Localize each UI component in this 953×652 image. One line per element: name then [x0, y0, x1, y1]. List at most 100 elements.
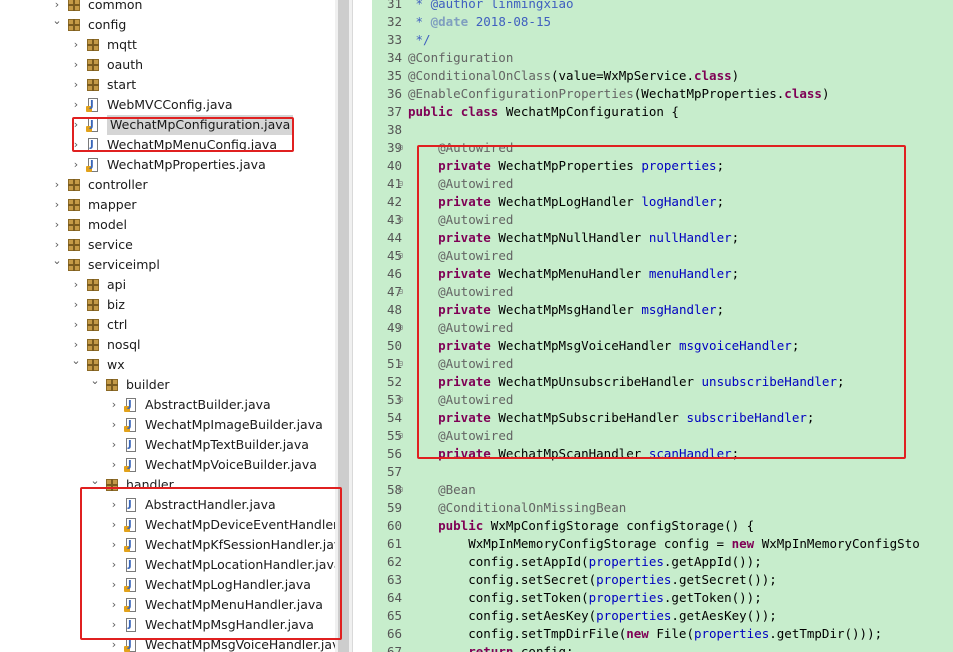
tree-item[interactable]: › WechatMpTextBuilder.java [0, 435, 335, 455]
fold-toggle-icon[interactable]: ⊟ [398, 481, 403, 499]
tree-item[interactable]: › WechatMpVoiceBuilder.java [0, 455, 335, 475]
tree-item[interactable]: › ctrl [0, 315, 335, 335]
chevron-down-icon[interactable]: ⌄ [51, 15, 63, 35]
tree-item[interactable]: › AbstractBuilder.java [0, 395, 335, 415]
chevron-right-icon[interactable]: › [51, 175, 63, 195]
line-number: 44 [386, 230, 402, 245]
tree-item[interactable]: › nosql [0, 335, 335, 355]
tree-item[interactable]: ⌄ builder [0, 375, 335, 395]
code-line[interactable]: 65 config.setAesKey(properties.getAesKey… [372, 607, 953, 625]
fold-toggle-icon[interactable]: ⊟ [398, 319, 403, 337]
tree-item[interactable]: › controller [0, 175, 335, 195]
java-file-icon [124, 398, 138, 412]
tree-item[interactable]: › service [0, 235, 335, 255]
code-line[interactable]: 32 * @date 2018-08-15 [372, 13, 953, 31]
java-file-icon [124, 458, 138, 472]
chevron-right-icon[interactable]: › [51, 215, 63, 235]
code-line[interactable]: 63 config.setSecret(properties.getSecret… [372, 571, 953, 589]
chevron-right-icon[interactable]: › [70, 35, 82, 55]
code-token: */ [408, 32, 431, 47]
fold-toggle-icon[interactable]: ⊟ [398, 175, 403, 193]
code-text: WxMpInMemoryConfigStorage config = new W… [408, 535, 920, 553]
chevron-right-icon[interactable]: › [70, 95, 82, 115]
code-line[interactable]: 36 @EnableConfigurationProperties(WechatM… [372, 85, 953, 103]
pane-divider[interactable] [352, 0, 373, 652]
code-line[interactable]: 61 WxMpInMemoryConfigStorage config = ne… [372, 535, 953, 553]
tree-item-label: AbstractBuilder.java [145, 397, 271, 412]
chevron-right-icon[interactable]: › [70, 315, 82, 335]
tree-item-label: start [107, 77, 137, 92]
chevron-right-icon[interactable]: › [108, 395, 120, 415]
tree-item[interactable]: › start [0, 75, 335, 95]
tree-item[interactable]: › common [0, 0, 335, 15]
tree-item[interactable]: › mapper [0, 195, 335, 215]
chevron-right-icon[interactable]: › [70, 335, 82, 355]
chevron-right-icon[interactable]: › [70, 155, 82, 175]
highlight-box-autowired-fields [417, 145, 906, 459]
fold-toggle-icon[interactable]: ⊟ [398, 355, 403, 373]
highlight-box-handler-package [80, 487, 342, 640]
line-number: 52 [386, 374, 402, 389]
fold-toggle-icon[interactable]: ⊟ [398, 283, 403, 301]
code-line[interactable]: 59 @ConditionalOnMissingBean [372, 499, 953, 517]
chevron-right-icon[interactable]: › [70, 55, 82, 75]
code-line[interactable]: 67 return config; [372, 643, 953, 652]
tree-item[interactable]: › api [0, 275, 335, 295]
tree-item[interactable]: ⌄ wx [0, 355, 335, 375]
tree-item-label: mapper [88, 197, 137, 212]
line-number: 65 [386, 608, 402, 623]
chevron-right-icon[interactable]: › [108, 435, 120, 455]
line-number: 64 [386, 590, 402, 605]
tree-item[interactable]: › mqtt [0, 35, 335, 55]
fold-toggle-icon[interactable]: ⊟ [398, 247, 403, 265]
code-token: class [694, 68, 732, 83]
code-token: WxMpConfigStorage configStorage() { [483, 518, 755, 533]
fold-toggle-icon[interactable]: ⊟ [398, 211, 403, 229]
code-line[interactable]: 35 @ConditionalOnClass(value=WxMpService.… [372, 67, 953, 85]
code-token: .getAppId()); [663, 554, 762, 569]
code-text: * @date 2018-08-15 [408, 13, 552, 31]
code-line[interactable]: 57 [372, 463, 953, 481]
fold-toggle-icon[interactable]: ⊟ [398, 139, 403, 157]
chevron-right-icon[interactable]: › [51, 235, 63, 255]
chevron-down-icon[interactable]: ⌄ [89, 375, 101, 395]
tree-item[interactable]: › WechatMpImageBuilder.java [0, 415, 335, 435]
tree-item-label: biz [107, 297, 125, 312]
code-line[interactable]: 62 config.setAppId(properties.getAppId()… [372, 553, 953, 571]
line-number: 37 [386, 104, 402, 119]
code-token: config.setTmpDirFile( [408, 626, 627, 641]
chevron-right-icon[interactable]: › [108, 455, 120, 475]
tree-item[interactable]: › WebMVCConfig.java [0, 95, 335, 115]
code-line[interactable]: 58 ⊟ @Bean [372, 481, 953, 499]
tree-item[interactable]: ⌄ config [0, 15, 335, 35]
code-line[interactable]: 66 config.setTmpDirFile(new File(propert… [372, 625, 953, 643]
tree-item[interactable]: ⌄ serviceimpl [0, 255, 335, 275]
code-token: new [731, 536, 755, 551]
tree-item[interactable]: › biz [0, 295, 335, 315]
tree-item[interactable]: › model [0, 215, 335, 235]
code-text: */ [408, 31, 431, 49]
chevron-right-icon[interactable]: › [70, 295, 82, 315]
chevron-right-icon[interactable]: › [51, 195, 63, 215]
tree-item[interactable]: › oauth [0, 55, 335, 75]
fold-toggle-icon[interactable]: ⊟ [398, 427, 403, 445]
chevron-right-icon[interactable]: › [70, 75, 82, 95]
chevron-right-icon[interactable]: › [108, 415, 120, 435]
code-line[interactable]: 37 public class WechatMpConfiguration { [372, 103, 953, 121]
code-line[interactable]: 60 public WxMpConfigStorage configStorag… [372, 517, 953, 535]
code-line[interactable]: 33 */ [372, 31, 953, 49]
code-token: config.setAppId( [408, 554, 589, 569]
code-line[interactable]: 64 config.setToken(properties.getToken()… [372, 589, 953, 607]
chevron-right-icon[interactable]: › [70, 275, 82, 295]
code-line[interactable]: 31 * @author linmingxiao [372, 0, 953, 13]
chevron-down-icon[interactable]: ⌄ [70, 355, 82, 375]
fold-toggle-icon[interactable]: ⊟ [398, 391, 403, 409]
code-line[interactable]: 38 [372, 121, 953, 139]
tree-item-label: serviceimpl [88, 257, 160, 272]
line-number: 63 [386, 572, 402, 587]
tree-item[interactable]: › WechatMpProperties.java [0, 155, 335, 175]
code-line[interactable]: 34 @Configuration [372, 49, 953, 67]
chevron-right-icon[interactable]: › [51, 0, 63, 15]
chevron-down-icon[interactable]: ⌄ [51, 255, 63, 275]
